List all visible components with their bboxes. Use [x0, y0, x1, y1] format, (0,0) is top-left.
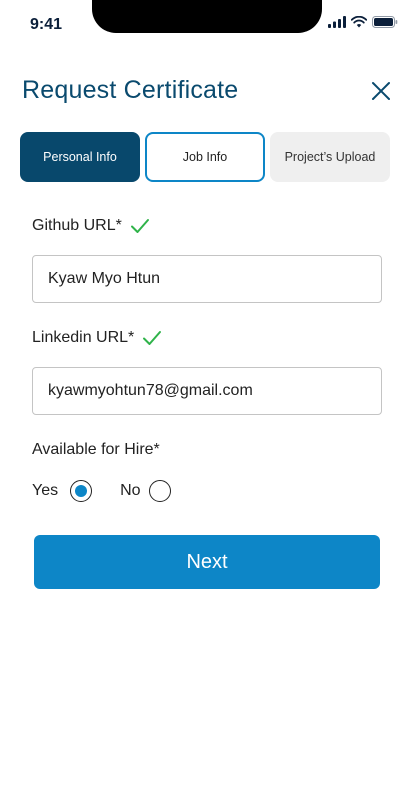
signal-icon — [328, 16, 346, 28]
radio-yes[interactable] — [70, 480, 93, 502]
next-button[interactable]: Next — [34, 535, 380, 589]
radio-selected-dot — [75, 485, 88, 497]
radio-no[interactable] — [148, 480, 171, 502]
battery-icon — [372, 16, 398, 28]
tab-personal-info[interactable]: Personal Info — [20, 132, 140, 182]
tab-label: Project’s Upload — [284, 150, 376, 164]
available-for-hire-label: Available for Hire* — [32, 441, 160, 458]
linkedin-url-label-row: Linkedin URL* — [32, 329, 162, 347]
status-time: 9:41 — [30, 16, 63, 33]
close-icon[interactable] — [368, 78, 394, 104]
radio-yes-label: Yes — [32, 482, 59, 499]
wifi-icon — [351, 16, 367, 28]
github-url-label: Github URL* — [32, 217, 122, 234]
tab-label: Job Info — [182, 150, 228, 164]
check-icon — [143, 331, 162, 345]
tab-label: Personal Info — [43, 150, 117, 164]
request-certificate-screen: 9:41 Request Certificate Personal Info J… — [0, 0, 414, 812]
tab-job-info[interactable]: Job Info — [145, 132, 265, 182]
device-notch — [92, 0, 322, 33]
github-url-input[interactable] — [32, 255, 382, 303]
hire-radio-group: Yes No — [32, 480, 171, 502]
page-title: Request Certificate — [22, 76, 239, 104]
system-icons — [328, 16, 398, 28]
github-url-label-row: Github URL* — [32, 217, 150, 235]
tab-projects-upload[interactable]: Project’s Upload — [270, 132, 390, 182]
check-icon — [130, 219, 149, 233]
status-bar: 9:41 — [0, 0, 414, 44]
linkedin-url-input[interactable] — [32, 367, 382, 415]
linkedin-url-label: Linkedin URL* — [32, 329, 135, 346]
radio-no-label: No — [120, 482, 141, 499]
available-for-hire-label-row: Available for Hire* — [32, 441, 160, 459]
